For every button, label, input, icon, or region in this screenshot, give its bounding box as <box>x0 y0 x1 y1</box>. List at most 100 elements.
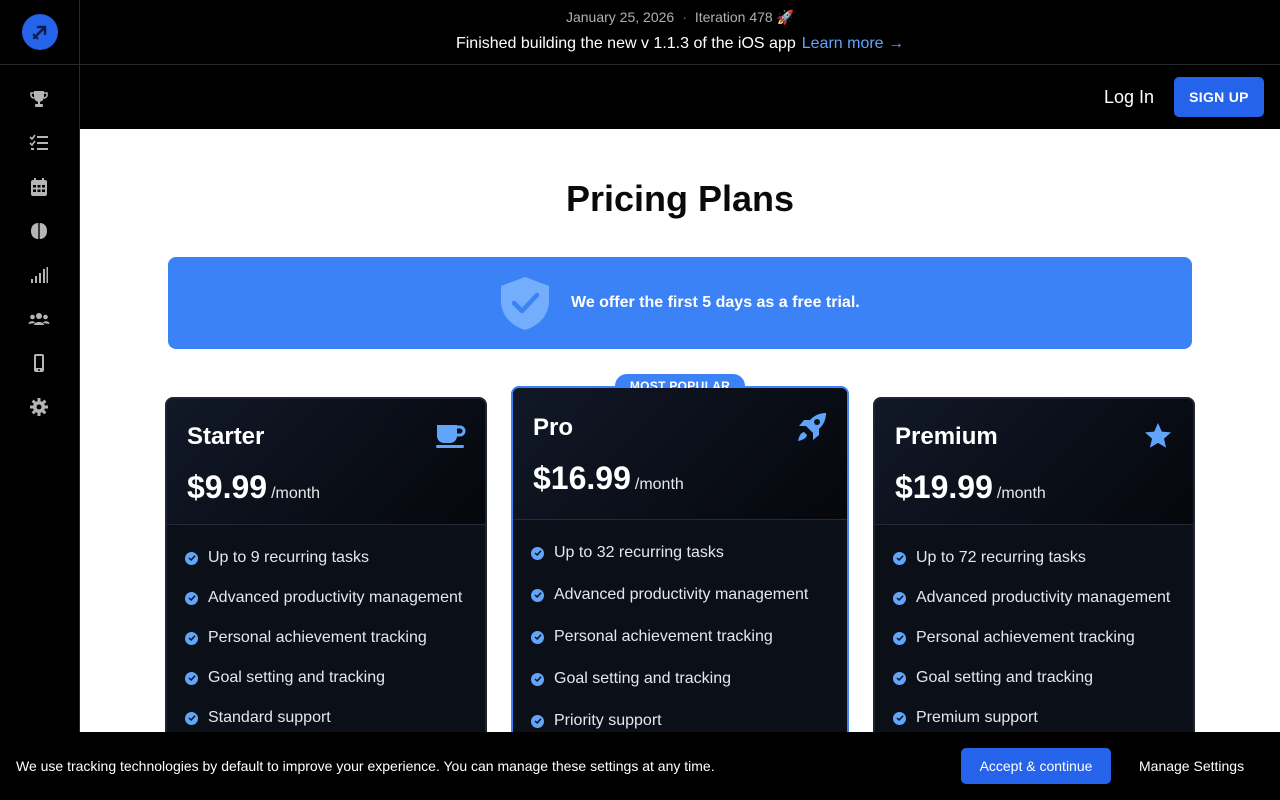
rocket-icon <box>795 410 829 449</box>
feature-item: Goal setting and tracking <box>531 670 731 688</box>
announcement: Finished building the new v 1.1.3 of the… <box>80 35 1280 53</box>
feature-item: Advanced productivity management <box>531 586 808 604</box>
logo[interactable] <box>21 14 58 50</box>
check-icon <box>893 591 906 605</box>
feature-item: Advanced productivity management <box>185 589 462 607</box>
auth-bar: Log In SIGN UP <box>80 65 1280 129</box>
check-icon <box>185 671 198 685</box>
check-icon <box>185 711 198 725</box>
iteration-label: Iteration 478 🚀 <box>694 9 795 25</box>
plan-price: $9.99 <box>187 469 268 505</box>
feature-text: Advanced productivity management <box>916 589 1171 606</box>
release-date: January 25, 2026 <box>565 9 675 25</box>
feature-text: Standard support <box>208 709 331 726</box>
check-icon <box>531 714 544 728</box>
brain-icon <box>31 223 47 239</box>
check-icon <box>531 672 544 686</box>
mobile-icon <box>34 354 44 372</box>
check-icon <box>893 551 906 565</box>
sidebar-item-calendar[interactable] <box>28 176 50 198</box>
sidebar-item-team[interactable] <box>28 308 50 330</box>
feature-item: Premium support <box>893 709 1038 727</box>
feature-item: Standard support <box>185 709 331 727</box>
check-icon <box>531 588 544 602</box>
logo-arrow-icon <box>31 25 46 40</box>
sidebar-item-settings[interactable] <box>28 396 50 418</box>
feature-text: Up to 72 recurring tasks <box>916 549 1086 566</box>
trophy-icon <box>30 91 48 107</box>
plan-period: /month <box>996 485 1046 502</box>
check-icon <box>531 546 544 560</box>
gear-icon <box>30 398 48 416</box>
feature-item: Personal achievement tracking <box>185 629 427 647</box>
plan-price-line: $19.99/month <box>895 469 1046 506</box>
main-content: Pricing Plans We offer the first 5 days … <box>80 129 1280 800</box>
free-trial-banner: We offer the first 5 days as a free tria… <box>168 257 1192 349</box>
plan-header: Pro $16.99/month <box>513 388 847 520</box>
manage-settings-link[interactable]: Manage Settings <box>1139 758 1244 774</box>
feature-text: Personal achievement tracking <box>916 629 1135 646</box>
plan-period: /month <box>634 476 684 493</box>
check-icon <box>185 551 198 565</box>
signal-bars-icon <box>31 267 48 283</box>
calendar-icon <box>31 178 47 196</box>
feature-item: Personal achievement tracking <box>893 629 1135 647</box>
cookie-banner: We use tracking technologies by default … <box>0 732 1280 800</box>
free-trial-text: We offer the first 5 days as a free tria… <box>571 294 860 311</box>
plan-name: Premium <box>895 423 998 450</box>
check-icon <box>185 631 198 645</box>
cookie-text: We use tracking technologies by default … <box>16 758 715 774</box>
feature-text: Up to 9 recurring tasks <box>208 549 369 566</box>
feature-text: Personal achievement tracking <box>554 628 773 645</box>
feature-item: Up to 9 recurring tasks <box>185 549 369 567</box>
sidebar-item-achievements[interactable] <box>28 88 50 110</box>
plan-price: $16.99 <box>533 460 631 496</box>
feature-text: Premium support <box>916 709 1038 726</box>
plan-price: $19.99 <box>895 469 993 505</box>
feature-text: Goal setting and tracking <box>554 670 731 687</box>
feature-text: Up to 32 recurring tasks <box>554 544 724 561</box>
feature-item: Goal setting and tracking <box>185 669 385 687</box>
users-icon <box>28 313 50 325</box>
sidebar-item-mobile[interactable] <box>28 352 50 374</box>
feature-text: Advanced productivity management <box>554 586 809 603</box>
sidebar-item-stats[interactable] <box>28 264 50 286</box>
signup-button[interactable]: SIGN UP <box>1174 77 1264 117</box>
sidebar <box>0 0 80 800</box>
plan-name: Starter <box>187 423 265 450</box>
shield-check-icon <box>501 277 549 330</box>
check-icon <box>893 631 906 645</box>
feature-item: Goal setting and tracking <box>893 669 1093 687</box>
plan-header: Premium $19.99/month <box>875 399 1193 525</box>
page-title: Pricing Plans <box>565 178 795 219</box>
announcement-bar: January 25, 2026 · Iteration 478 🚀 Finishe… <box>80 0 1280 65</box>
plan-period: /month <box>271 485 320 502</box>
check-icon <box>185 591 198 605</box>
feature-item: Personal achievement tracking <box>531 628 773 646</box>
feature-item: Priority support <box>531 712 662 730</box>
plan-price-line: $9.99/month <box>187 469 320 506</box>
feature-item: Up to 32 recurring tasks <box>531 544 724 562</box>
logo-area <box>0 0 79 65</box>
plan-header: Starter $9.99/month <box>167 399 485 525</box>
coffee-icon <box>435 423 467 454</box>
feature-text: Advanced productivity management <box>208 589 463 606</box>
check-icon <box>893 671 906 685</box>
feature-text: Goal setting and tracking <box>916 669 1093 686</box>
sidebar-item-tasks[interactable] <box>28 132 50 154</box>
feature-item: Advanced productivity management <box>893 589 1170 607</box>
plan-name: Pro <box>533 414 574 441</box>
star-icon <box>1143 421 1173 456</box>
iteration-meta: January 25, 2026 · Iteration 478 🚀 <box>80 9 1280 26</box>
task-list-icon <box>29 134 48 150</box>
plan-price-line: $16.99/month <box>533 460 684 497</box>
feature-item: Up to 72 recurring tasks <box>893 549 1086 567</box>
check-icon <box>531 630 544 644</box>
separator-dot: · <box>682 9 687 25</box>
check-icon <box>893 711 906 725</box>
accept-continue-button[interactable]: Accept & continue <box>961 748 1111 784</box>
login-link[interactable]: Log In <box>1104 87 1154 108</box>
learn-more-link[interactable]: Learn more → <box>802 35 904 52</box>
feature-text: Priority support <box>554 712 662 729</box>
sidebar-item-mindset[interactable] <box>28 220 50 242</box>
